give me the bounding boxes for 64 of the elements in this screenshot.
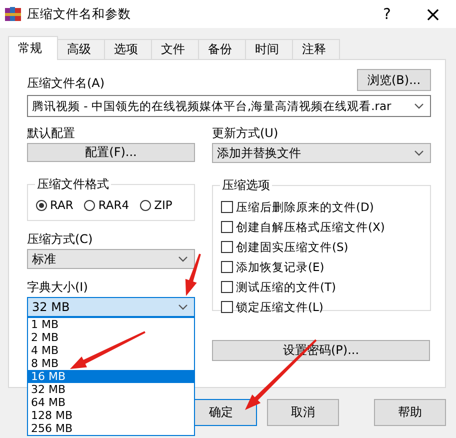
checkbox[interactable]	[221, 281, 233, 293]
tab[interactable]: 高级	[58, 39, 105, 59]
books-icon	[5, 7, 21, 21]
chevron-down-icon	[178, 304, 188, 310]
group-label: 压缩文件格式	[36, 176, 110, 193]
checkbox[interactable]	[221, 301, 233, 313]
tab[interactable]: 选项	[105, 39, 152, 59]
tab[interactable]: 常规	[8, 36, 58, 60]
checkbox[interactable]	[221, 241, 233, 253]
checkbox-label: 添加恢复记录(E)	[236, 260, 324, 274]
checkbox-option[interactable]: 添加恢复记录(E)	[221, 258, 422, 276]
radio-label: RAR	[50, 198, 74, 212]
chevron-down-icon	[414, 103, 424, 109]
tab[interactable]: 时间	[246, 39, 293, 59]
dialog-button[interactable]: 帮助	[374, 399, 446, 426]
radio-circle[interactable]	[84, 200, 96, 210]
field-label: 压缩文件名(A)	[27, 75, 105, 91]
checkbox-option[interactable]: 创建自解压格式压缩文件(X)	[221, 218, 422, 236]
list-option[interactable]: 4 MB	[28, 344, 194, 357]
checkbox-label: 锁定压缩文件(L)	[236, 300, 324, 314]
tab[interactable]: 备份	[199, 39, 246, 59]
checkbox-option[interactable]: 创建固实压缩文件(S)	[221, 238, 422, 256]
close-button[interactable]: ×	[410, 0, 456, 28]
radio-option[interactable]: ZIP	[140, 196, 172, 214]
arrow-annotation	[185, 254, 201, 296]
field-label: 压缩方式(C)	[27, 231, 94, 247]
checkbox-option[interactable]: 测试压缩的文件(T)	[221, 278, 422, 296]
profiles-button[interactable]: 配置(F)...	[27, 143, 195, 162]
checkbox-label: 测试压缩的文件(T)	[236, 280, 336, 294]
tab[interactable]: 文件	[152, 39, 199, 59]
tab[interactable]: 注释	[293, 39, 340, 59]
field-label: 默认配置	[27, 125, 76, 141]
dropdown-field[interactable]: 32 MB	[27, 297, 195, 317]
list-option[interactable]: 8 MB	[28, 357, 194, 370]
field-label: 更新方式(U)	[212, 125, 280, 141]
radio-option[interactable]: RAR4	[84, 196, 130, 214]
window-title: 压缩文件名和参数	[27, 6, 132, 22]
dropdown-field[interactable]: 添加并替换文件	[212, 143, 431, 163]
checkbox-label: 创建自解压格式压缩文件(X)	[236, 220, 385, 234]
radio-circle[interactable]	[36, 200, 47, 210]
checkbox[interactable]	[221, 221, 233, 233]
radio-label: ZIP	[154, 198, 172, 212]
list-option[interactable]: 1 MB	[28, 318, 194, 331]
list-option[interactable]: 16 MB	[28, 370, 194, 383]
checkbox[interactable]	[221, 201, 233, 213]
dropdown-field[interactable]: 腾讯视频 - 中国领先的在线视频媒体平台,海量高清视频在线观看.rar	[27, 95, 431, 117]
browse-button[interactable]: 浏览(B)...	[357, 69, 431, 91]
chevron-down-icon	[178, 256, 188, 262]
dropdown-field[interactable]: 标准	[27, 249, 195, 269]
list-option[interactable]: 2 MB	[28, 331, 194, 344]
help-button[interactable]: ?	[364, 0, 410, 28]
radio-option[interactable]: RAR	[36, 196, 74, 214]
checkbox[interactable]	[221, 261, 233, 273]
radio-label: RAR4	[98, 198, 130, 212]
checkbox-label: 压缩后删除原来的文件(D)	[236, 200, 374, 214]
dialog-button[interactable]: 取消	[267, 399, 339, 426]
radio-circle[interactable]	[140, 200, 152, 210]
checkbox-option[interactable]: 压缩后删除原来的文件(D)	[221, 198, 422, 216]
checkbox-option[interactable]: 锁定压缩文件(L)	[221, 298, 422, 316]
list-option[interactable]: 32 MB	[28, 383, 194, 396]
field-label: 字典大小(I)	[27, 279, 89, 295]
checkbox-label: 创建固实压缩文件(S)	[236, 240, 348, 254]
group-label: 压缩选项	[221, 177, 271, 194]
chevron-down-icon	[414, 150, 424, 156]
